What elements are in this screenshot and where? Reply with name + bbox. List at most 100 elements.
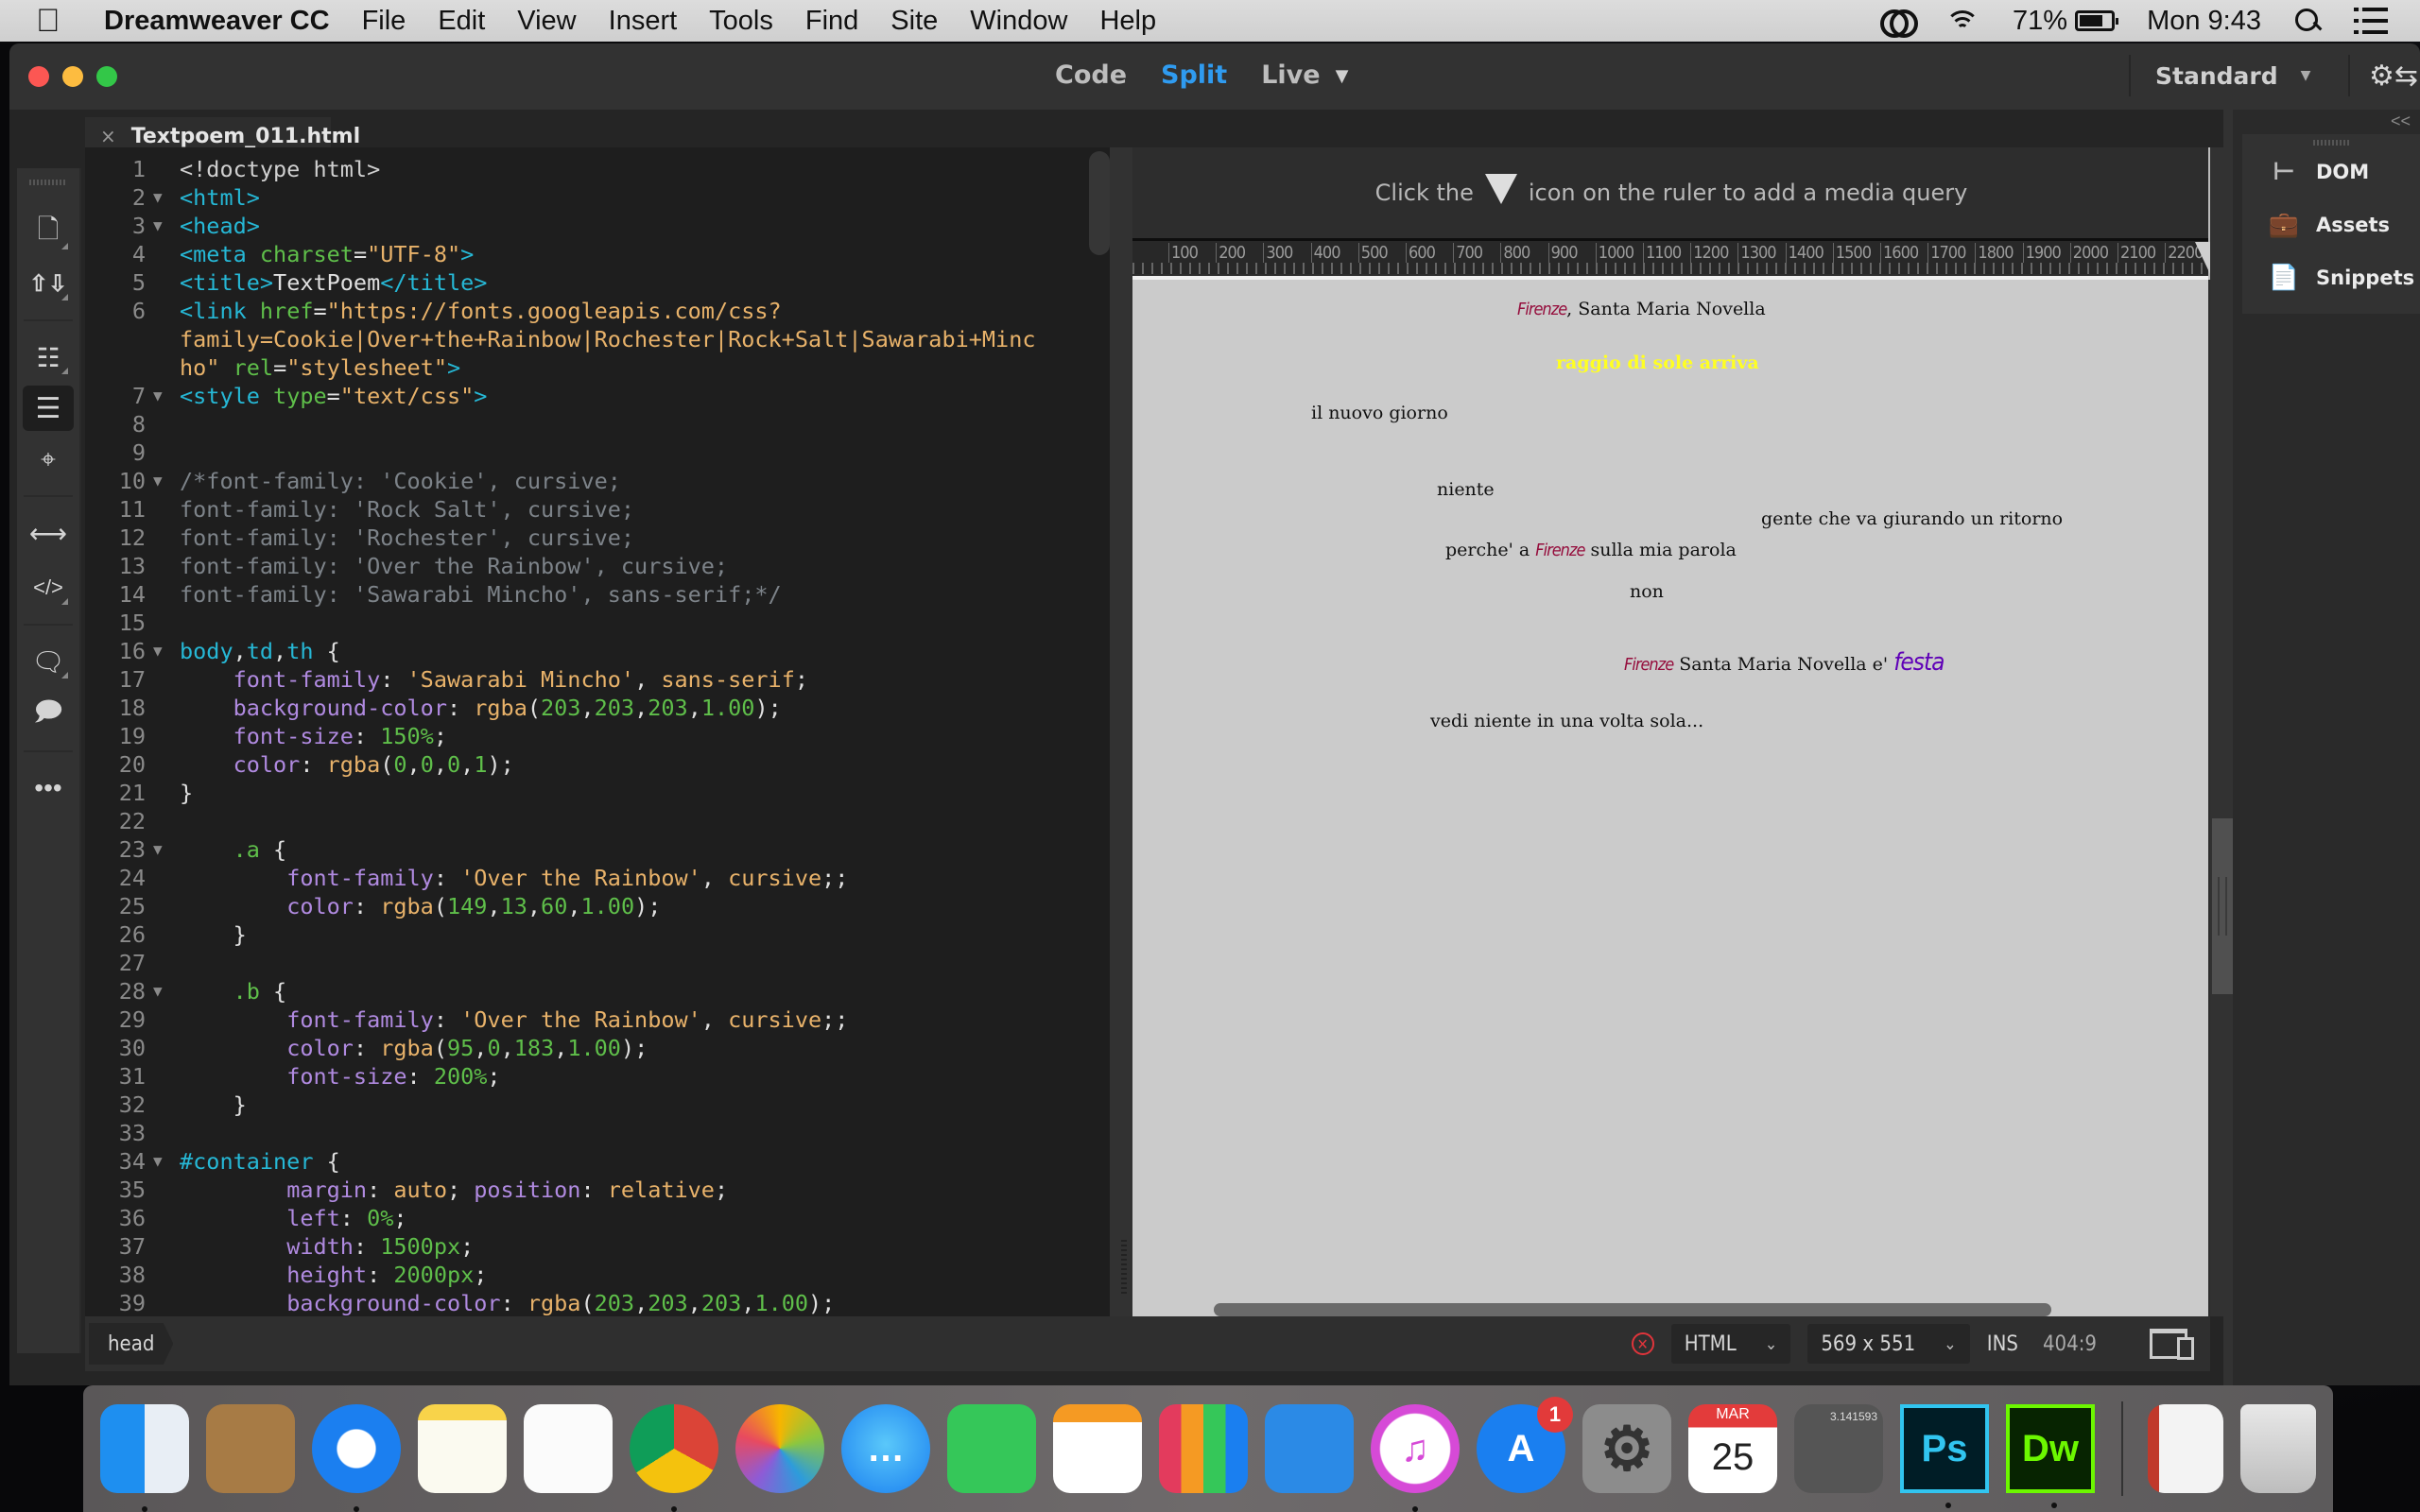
dock-chrome-icon[interactable] (630, 1404, 718, 1512)
creative-cloud-icon[interactable] (1878, 7, 1919, 38)
code-line[interactable]: 16 ▼ body,td,th { (85, 637, 1110, 665)
code-line[interactable]: 22 (85, 807, 1110, 835)
menu-help[interactable]: Help (1099, 6, 1156, 37)
dock-app-store-icon[interactable]: A1 (1477, 1397, 1573, 1493)
collapse-panels-icon[interactable]: << (2391, 112, 2411, 131)
code-line[interactable]: 17 font-family: 'Sawarabi Mincho', sans-… (85, 665, 1110, 694)
document-type-select[interactable]: HTML ⌄ (1670, 1324, 1791, 1364)
code-line[interactable]: 33 (85, 1119, 1110, 1147)
window-size-select[interactable]: 569 x 551 ⌄ (1807, 1324, 1970, 1364)
dock-messages-icon[interactable]: … (841, 1404, 930, 1493)
notification-center-icon[interactable] (2354, 8, 2388, 34)
code-line[interactable]: 12 font-family: 'Rochester', cursive; (85, 524, 1110, 552)
code-line[interactable]: 18 background-color: rgba(203,203,203,1.… (85, 694, 1110, 722)
media-query-ruler[interactable]: 100 200 300 400 500 600 700 800 900 1000 1100 1200 1… (1132, 238, 2210, 274)
code-line[interactable]: 11 font-family: 'Rock Salt', cursive; (85, 495, 1110, 524)
dock-photoshop-icon[interactable]: Ps (1900, 1404, 1989, 1508)
tag-selector-head[interactable]: head (89, 1323, 174, 1365)
expand-all-button[interactable]: ⟷ (23, 510, 74, 556)
view-live-button[interactable]: Live (1261, 60, 1320, 90)
sync-settings-button[interactable]: ⚙⇆ (2348, 55, 2418, 96)
code-line[interactable]: 34 ▼ #container { (85, 1147, 1110, 1176)
dock-notes-icon[interactable] (418, 1404, 507, 1493)
dock-trash-icon[interactable] (2240, 1404, 2316, 1493)
zoom-window-button[interactable] (96, 66, 117, 87)
wrap-tag-button[interactable]: </> (23, 565, 74, 610)
format-source-button[interactable]: ☰ (23, 386, 74, 431)
dock-calculator-icon[interactable]: 3.141593 (1794, 1404, 1883, 1493)
code-line[interactable]: 19 font-size: 150%; (85, 722, 1110, 750)
dock-facetime-icon[interactable] (947, 1404, 1036, 1493)
code-line[interactable]: 14 font-family: 'Sawarabi Mincho', sans-s… (85, 580, 1110, 609)
live-horizontal-scrollbar[interactable] (1214, 1303, 2051, 1316)
split-divider[interactable] (1110, 147, 1132, 1316)
code-line[interactable]: 37 width: 1500px; (85, 1232, 1110, 1261)
code-line[interactable]: 24 font-family: 'Over the Rainbow', curs… (85, 864, 1110, 892)
view-code-button[interactable]: Code (1055, 60, 1127, 90)
dock-dreamweaver-icon[interactable]: Dw (2006, 1404, 2095, 1508)
dock-numbers-icon[interactable] (1159, 1404, 1248, 1493)
code-line[interactable]: 30 color: rgba(95,0,183,1.00); (85, 1034, 1110, 1062)
code-line[interactable]: 32 } (85, 1091, 1110, 1119)
wifi-icon[interactable] (1945, 7, 1980, 35)
apple-menu-icon[interactable]:  (36, 3, 91, 40)
battery-status[interactable]: 71% (2013, 6, 2119, 37)
code-line[interactable]: 3 ▼ <head> (85, 212, 1110, 240)
fold-toggle-icon[interactable]: ▼ (153, 1147, 163, 1176)
dock-keynote-icon[interactable] (1265, 1404, 1354, 1493)
fold-toggle-icon[interactable]: ▼ (153, 382, 163, 410)
code-line[interactable]: 2 ▼ <html> (85, 183, 1110, 212)
customize-toolbar-button[interactable]: ••• (23, 765, 74, 811)
code-line[interactable]: 39 background-color: rgba(203,203,203,1.… (85, 1289, 1110, 1316)
apply-comment-button[interactable]: 🗨 (23, 639, 74, 684)
code-line[interactable]: 31 font-size: 200%; (85, 1062, 1110, 1091)
menu-file[interactable]: File (362, 6, 406, 37)
code-line[interactable]: 13 font-family: 'Over the Rainbow', cursi… (85, 552, 1110, 580)
code-line[interactable]: 25 color: rgba(149,13,60,1.00); (85, 892, 1110, 920)
live-view-options-button[interactable]: ☷ (23, 335, 74, 380)
code-line[interactable]: 21} (85, 779, 1110, 807)
view-split-button[interactable]: Split (1161, 60, 1227, 90)
remove-comment-button[interactable]: 🗩 (23, 692, 74, 737)
code-editor[interactable]: 1 <!doctype html> 2 ▼ <html> 3 ▼ <head> 4 <meta c… (85, 147, 1110, 1316)
fold-toggle-icon[interactable]: ▼ (153, 637, 163, 665)
code-line[interactable]: 29 font-family: 'Over the Rainbow', curs… (85, 1005, 1110, 1034)
minimize-window-button[interactable] (62, 66, 83, 87)
file-management-button[interactable]: ⇧⇩ (23, 261, 74, 306)
fold-toggle-icon[interactable]: ▼ (153, 183, 163, 212)
open-documents-button[interactable]: 🗋 (23, 210, 74, 255)
code-line[interactable]: 35 margin: auto; position: relative; (85, 1176, 1110, 1204)
live-options-chevron-down-icon[interactable]: ▼ (1336, 66, 1349, 90)
code-line[interactable]: 6 <link href="https://fonts.googleapis.co… (85, 297, 1110, 325)
code-line[interactable]: 26 } (85, 920, 1110, 949)
code-line[interactable]: family=Cookie|Over+the+Rainbow|Rochester… (85, 325, 1110, 353)
code-line[interactable]: ho" rel="stylesheet"> (85, 353, 1110, 382)
fold-toggle-icon[interactable]: ▼ (153, 212, 163, 240)
dock-photos-icon[interactable] (735, 1404, 824, 1493)
panel-snippets[interactable]: 📄 Snippets (2242, 251, 2420, 304)
dock-itunes-icon[interactable]: ♫ (1371, 1404, 1460, 1512)
insert-mode[interactable]: INS (1987, 1332, 2018, 1356)
app-menu[interactable]: Dreamweaver CC (104, 6, 330, 37)
code-line[interactable]: 10 ▼ /*font-family: 'Cookie', cursive; (85, 467, 1110, 495)
code-line[interactable]: 8 (85, 410, 1110, 438)
code-line[interactable]: 7 ▼ <style type="text/css"> (85, 382, 1110, 410)
menu-tools[interactable]: Tools (709, 6, 773, 37)
code-line[interactable]: 23 ▼ .a { (85, 835, 1110, 864)
menu-edit[interactable]: Edit (438, 6, 485, 37)
fold-toggle-icon[interactable]: ▼ (153, 977, 163, 1005)
clock[interactable]: Mon 9:43 (2147, 6, 2261, 37)
code-line[interactable]: 27 (85, 949, 1110, 977)
workspace-switcher[interactable]: Standard ▼ (2129, 55, 2310, 96)
dock-documents-icon[interactable] (2148, 1404, 2223, 1493)
real-time-preview-icon[interactable] (2150, 1329, 2194, 1360)
dock-system-preferences-icon[interactable]: ⚙ (1582, 1404, 1671, 1493)
code-line[interactable]: 36 left: 0%; (85, 1204, 1110, 1232)
fold-toggle-icon[interactable]: ▼ (153, 467, 163, 495)
menu-window[interactable]: Window (970, 6, 1067, 37)
code-line[interactable]: 28 ▼ .b { (85, 977, 1110, 1005)
menu-insert[interactable]: Insert (609, 6, 678, 37)
linting-error-icon[interactable]: ✕ (1631, 1332, 1654, 1355)
code-line[interactable]: 20 color: rgba(0,0,0,1); (85, 750, 1110, 779)
dock-calendar-icon[interactable]: 25 MAR (1688, 1404, 1777, 1493)
